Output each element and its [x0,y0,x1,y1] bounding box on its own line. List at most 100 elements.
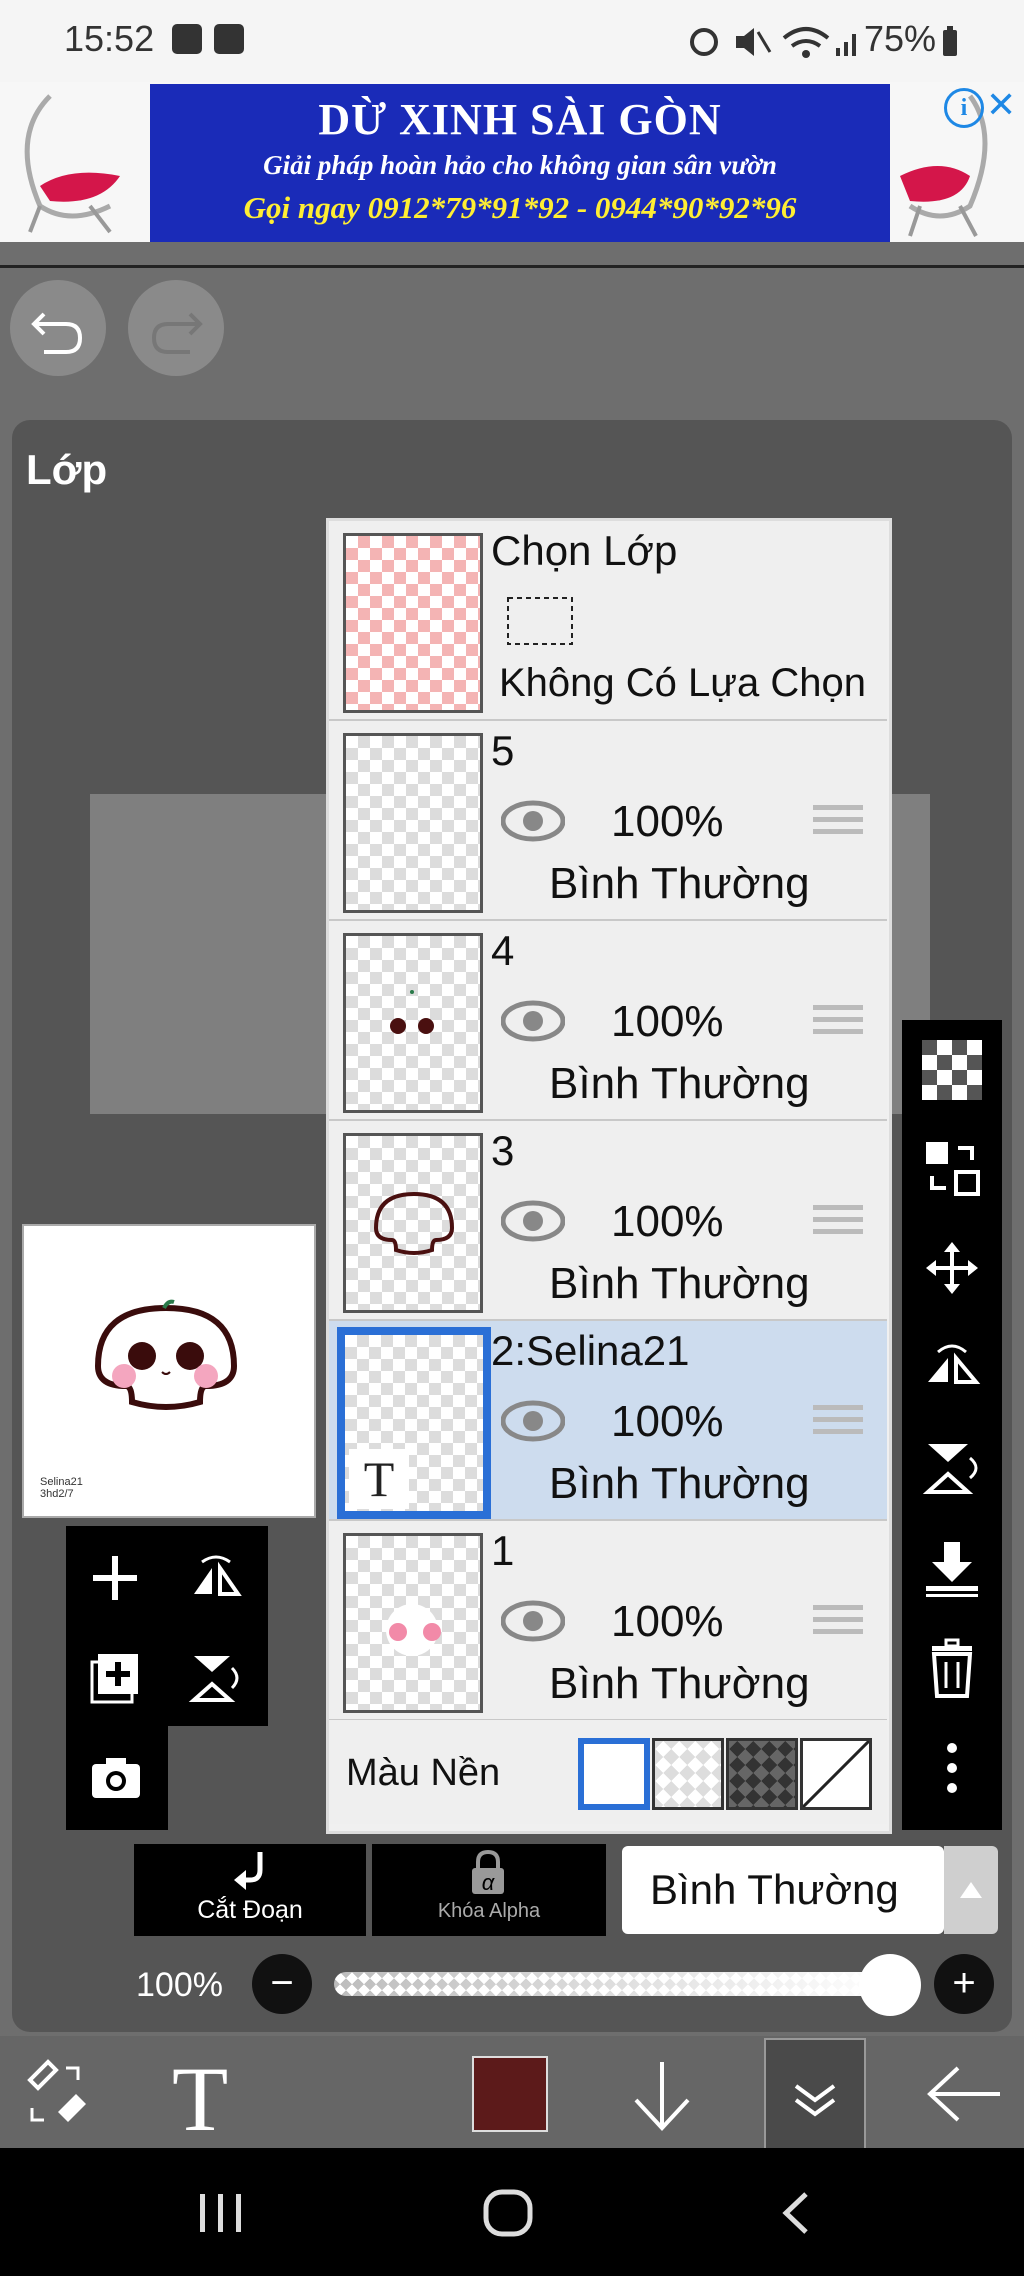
chevron-up-icon [960,1882,982,1898]
drag-handle-icon[interactable] [813,1201,863,1241]
selection-layer-row[interactable]: Chọn Lớp Không Có Lựa Chọn [329,521,887,722]
ad-title: DỪ XINH SÀI GÒN [318,95,722,144]
visibility-eye-icon[interactable] [501,1199,565,1243]
drag-handle-icon[interactable] [813,1601,863,1641]
opacity-decrease-button[interactable]: − [252,1954,312,2014]
double-chevron-down-icon [794,2084,836,2117]
bg-none-swatch[interactable] [800,1738,872,1810]
blend-mode-value: Bình Thường [650,1866,899,1913]
clipping-label: Cắt Đoạn [197,1896,303,1924]
camera-icon[interactable] [88,1750,144,1806]
preview-signature-line2: 3hd2/7 [40,1488,74,1500]
ad-close-icon[interactable]: ✕ [986,84,1016,126]
ad-subtitle: Giải pháp hoàn hảo cho không gian sân vư… [263,150,777,180]
system-navigation-bar [0,2148,1024,2276]
selection-layer-thumbnail [343,533,483,713]
ad-info-icon[interactable]: i [944,88,984,128]
preview-signature-line1: Selina21 [40,1476,83,1488]
text-layer-badge: T [349,1449,409,1509]
layer-opacity: 100% [611,1597,724,1646]
layer-name: 1 [491,1527,515,1574]
selection-layer-name: Chọn Lớp [491,527,678,574]
canvas-thumbnail-preview[interactable] [22,1224,316,1518]
wifi-icon [782,27,830,58]
layer-row[interactable]: 4 100% Bình Thường [329,921,887,1122]
drag-handle-icon[interactable] [813,1001,863,1041]
bg-white-swatch[interactable] [578,1738,650,1810]
opacity-slider-knob[interactable] [859,1954,921,2016]
redo-icon [151,312,203,354]
selection-status: Không Có Lựa Chọn [499,661,867,705]
back-arrow-icon[interactable] [922,2062,1004,2126]
clipping-arrow-icon [234,1852,263,1890]
duplicate-layer-icon[interactable] [88,1650,144,1706]
layer-row[interactable]: 3 100% Bình Thường [329,1121,887,1322]
add-layer-icon[interactable] [88,1550,144,1606]
camera-panel [66,1726,168,1830]
layer-thumbnail [343,933,483,1113]
flip-horizontal-icon[interactable] [922,1338,982,1398]
opacity-slider[interactable] [334,1972,890,1996]
more-options-icon[interactable] [922,1738,982,1798]
bg-transparent-light-swatch[interactable] [652,1738,724,1810]
recent-apps-icon[interactable] [196,2190,246,2236]
layer-row[interactable]: 5 100% Bình Thường [329,721,887,922]
swap-layer-icon[interactable] [922,1138,982,1198]
layer-tools-toolbar [902,1020,1002,1830]
visibility-eye-icon[interactable] [501,799,565,843]
layer-name: 5 [491,727,515,774]
youtube-notification-icon [214,24,244,54]
layer-name: 2:Selina21 [491,1327,690,1374]
opacity-increase-button[interactable]: + [934,1954,994,2014]
undo-icon [31,312,83,354]
character-drawing-image [94,1299,238,1410]
layer-actions-panel [66,1526,268,1726]
flip-vertical-icon[interactable] [922,1438,982,1498]
merge-down-icon[interactable] [922,1538,982,1598]
layer-row[interactable]: 1 100% Bình Thường [329,1521,887,1722]
down-arrow-icon[interactable] [626,2056,698,2136]
layer-name: 3 [491,1127,515,1174]
layer-row-selected[interactable]: T 2:Selina21 100% Bình Thường [329,1321,887,1522]
layer-thumbnail [343,1133,483,1313]
redo-button[interactable] [128,280,224,376]
background-color-label: Màu Nền [346,1752,501,1794]
alpha-lock-label: Khóa Alpha [437,1900,541,1922]
layer-opacity: 100% [611,797,724,846]
back-nav-icon[interactable] [778,2190,814,2236]
checker-transparency-icon[interactable] [922,1040,982,1100]
undo-button[interactable] [10,280,106,376]
current-color-swatch[interactable] [472,2056,548,2132]
flip-layer-vertical-icon[interactable] [188,1650,244,1706]
layer-thumbnail: T [337,1327,491,1519]
layer-opacity: 100% [611,997,724,1046]
signal-icon [836,34,856,56]
ad-phone: Gọi ngay 0912*79*91*92 - 0944*90*92*96 [243,190,797,225]
drag-handle-icon[interactable] [813,1401,863,1441]
visibility-eye-icon[interactable] [501,1399,565,1443]
mute-icon [736,28,772,56]
flip-layer-horizontal-icon[interactable] [188,1550,244,1606]
brush-eraser-tool-icon[interactable] [22,2058,94,2130]
bg-transparent-dark-swatch[interactable] [726,1738,798,1810]
move-icon[interactable] [922,1238,982,1298]
text-tool-button[interactable]: T [172,2046,228,2152]
layer-thumbnail [343,733,483,913]
drag-handle-icon[interactable] [813,801,863,841]
visibility-eye-icon[interactable] [501,999,565,1043]
preview-signature: Selina21 3hd2/7 [40,1476,83,1500]
layer-opacity: 100% [611,1197,724,1246]
layer-blend-mode: Bình Thường [549,1659,810,1708]
visibility-eye-icon[interactable] [501,1599,565,1643]
panel-title: Lớp [26,446,108,493]
gallery-notification-icon [172,24,202,54]
blend-mode-arrow-button[interactable] [944,1846,998,1934]
delete-trash-icon[interactable] [922,1638,982,1698]
home-icon[interactable] [482,2188,534,2238]
status-time: 15:52 [64,18,155,59]
collapse-panel-button[interactable] [764,2038,866,2152]
alpha-symbol: α [481,1870,495,1895]
battery-percent: 75% [864,18,937,59]
layer-thumbnail [343,1533,483,1713]
selection-marquee-icon [507,597,573,645]
